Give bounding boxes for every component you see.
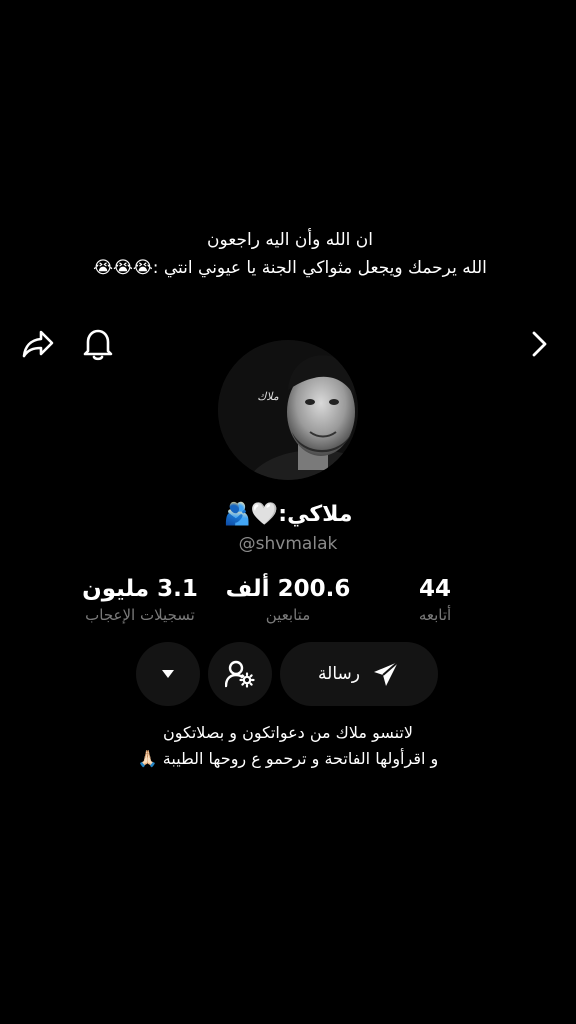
follow-settings-button[interactable] (208, 642, 272, 706)
followers-count: 200.6 ألف (225, 576, 351, 602)
caption-line-1: ان الله وأن اليه راجعون (207, 230, 373, 250)
avatar[interactable]: ملاك (218, 340, 358, 480)
likes-label: تسجيلات الإعجاب (85, 606, 195, 624)
following-label: أتابعه (418, 606, 452, 624)
avatar-image: ملاك (218, 340, 358, 480)
following-count: 44 (418, 576, 451, 602)
stat-followers[interactable]: 200.6 ألف متابعين (218, 574, 358, 626)
person-gear-icon (225, 660, 255, 688)
share-icon (22, 330, 54, 358)
display-name: ملاكي:🤍🫂 (223, 502, 353, 527)
triangle-down-icon (162, 670, 174, 678)
message-label: رسالة (318, 664, 360, 684)
more-options-button[interactable] (136, 642, 200, 706)
caption: ان الله وأن اليه راجعون الله يرحمك ويجعل… (40, 226, 540, 282)
likes-count: 3.1 مليون (82, 576, 198, 602)
stat-following[interactable]: 44 أتابعه (395, 574, 475, 626)
bio-line-1: لاتنسو ملاك من دعواتكون و بصلاتكون (162, 723, 414, 742)
paper-plane-icon (373, 661, 399, 686)
message-button[interactable]: رسالة (280, 642, 438, 706)
bio: لاتنسو ملاك من دعواتكون و بصلاتكون و اقر… (60, 720, 516, 772)
chevron-right-icon (532, 331, 547, 357)
stat-likes: 3.1 مليون تسجيلات الإعجاب (70, 574, 210, 626)
next-profile-button[interactable] (522, 324, 556, 364)
notification-bell-button[interactable] (78, 324, 118, 364)
share-button[interactable] (18, 324, 58, 364)
bio-line-2: و اقرأولها الفاتحة و ترحمو ع روحها الطيب… (137, 749, 439, 768)
followers-label: متابعين (265, 606, 311, 624)
username: @shvmalak (238, 534, 338, 554)
bell-icon (83, 329, 113, 361)
caption-line-2: الله يرحمك ويجعل مثواكي الجنة يا عيوني ا… (93, 258, 487, 278)
avatar-signature: ملاك (257, 390, 279, 403)
